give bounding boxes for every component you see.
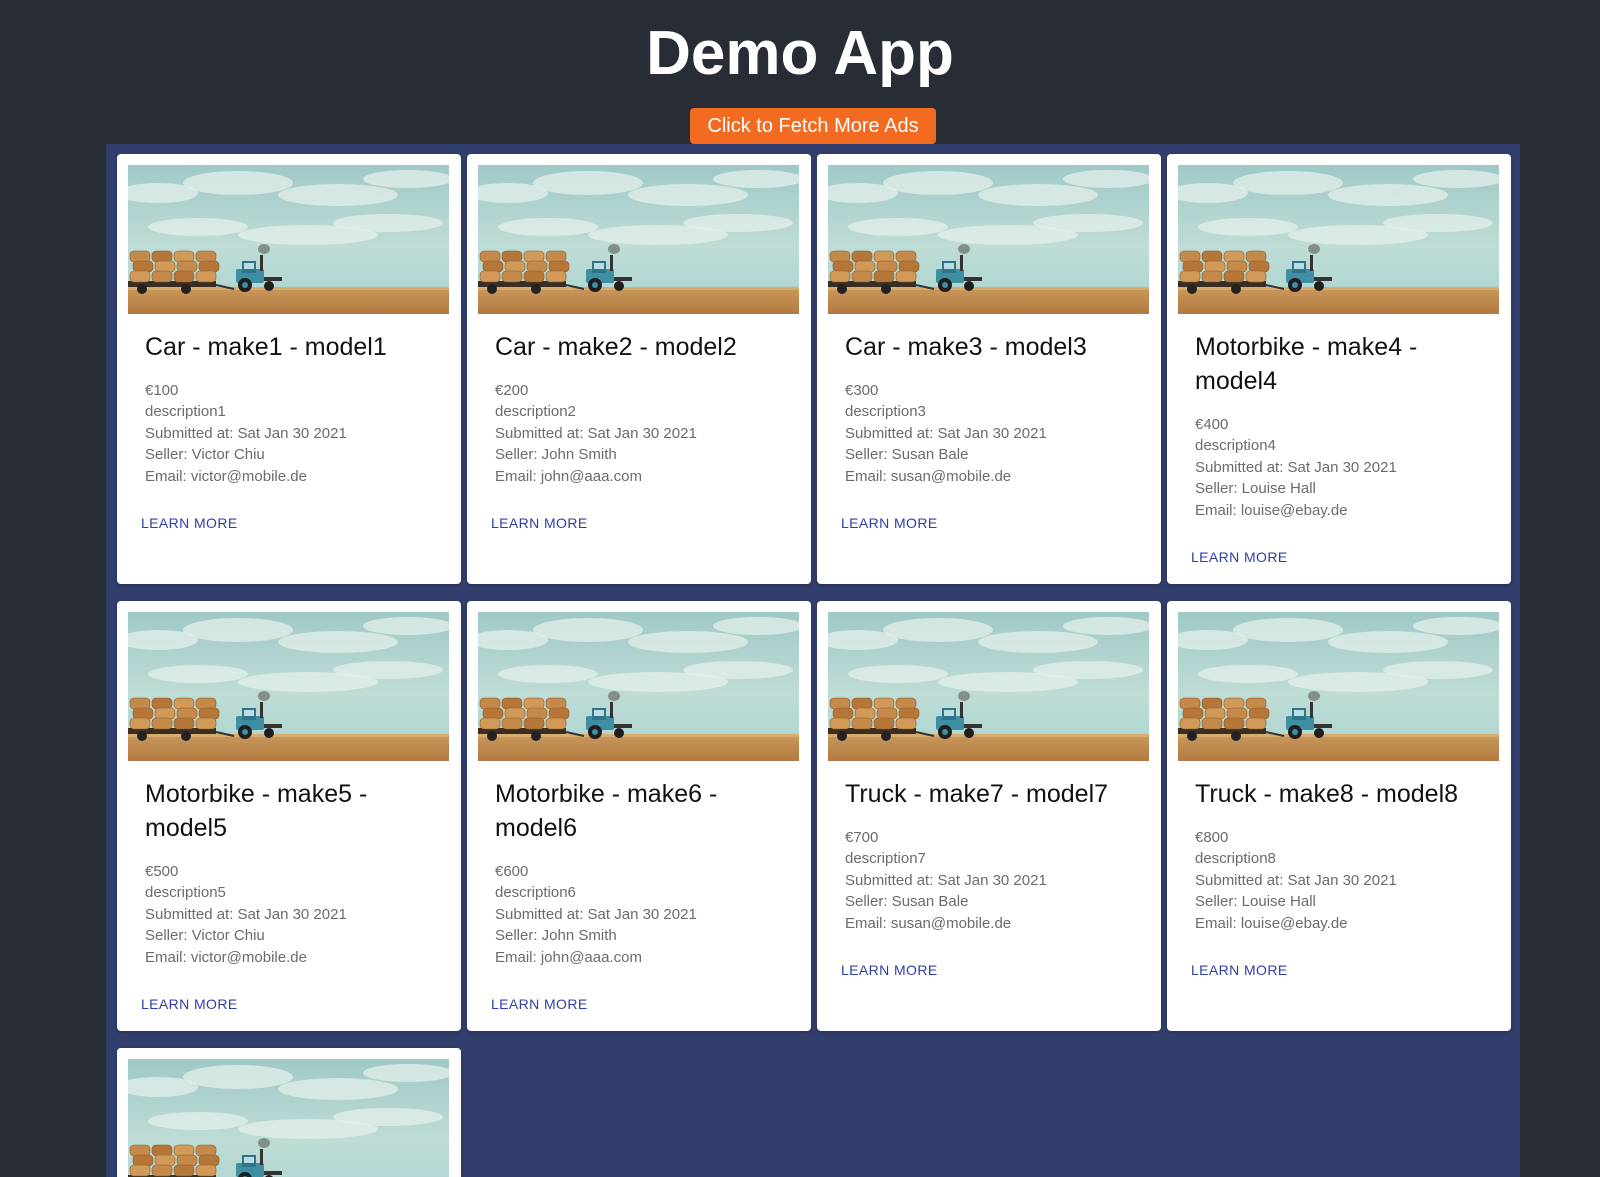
ad-seller: Seller: Victor Chiu	[145, 927, 265, 945]
ad-description: description5	[145, 884, 226, 902]
ad-title: Motorbike - make6 - model6	[495, 780, 718, 842]
ad-seller: Seller: Susan Bale	[845, 446, 969, 464]
learn-more-button[interactable]: Learn More	[491, 515, 588, 531]
learn-more-button[interactable]: Learn More	[141, 515, 238, 531]
ads-grid: Car - make1 - model1 €100 description1 S…	[106, 144, 1520, 1177]
ad-price: €300	[845, 382, 879, 399]
ad-seller: Seller: John Smith	[495, 927, 617, 945]
ad-details: €400 description4 Submitted at: Sat Jan …	[1195, 414, 1495, 521]
ad-email: Email: susan@mobile.de	[845, 914, 1012, 932]
app-header: Demo App Click to Fetch More Ads	[0, 0, 1600, 144]
ad-details: €800 description8 Submitted at: Sat Jan …	[1195, 827, 1495, 934]
ad-card: Car - make1 - model1 €100 description1 S…	[117, 154, 461, 584]
ad-email: Email: louise@ebay.de	[1195, 914, 1348, 932]
ad-description: description3	[845, 403, 926, 421]
ad-seller: Seller: Louise Hall	[1195, 893, 1316, 911]
app-title: Demo App	[646, 19, 954, 88]
ad-image	[1178, 165, 1499, 314]
ad-submitted-date: Submitted at: Sat Jan 30 2021	[495, 424, 697, 442]
ad-submitted-date: Submitted at: Sat Jan 30 2021	[145, 424, 347, 442]
ad-email: Email: john@aaa.com	[495, 467, 642, 485]
ad-image	[478, 165, 799, 314]
ad-card: Car - make2 - model2 €200 description2 S…	[467, 154, 811, 584]
ad-email: Email: susan@mobile.de	[845, 467, 1012, 485]
learn-more-button[interactable]: Learn More	[1191, 962, 1288, 978]
ad-image	[128, 612, 449, 761]
ad-description: description7	[845, 850, 926, 868]
ad-image	[478, 612, 799, 761]
ad-submitted-date: Submitted at: Sat Jan 30 2021	[495, 905, 697, 923]
ad-image	[128, 1059, 449, 1177]
ad-details: €300 description3 Submitted at: Sat Jan …	[845, 380, 1145, 487]
ad-image	[828, 165, 1149, 314]
ad-card: Motorbike - make5 - model5 €500 descript…	[117, 601, 461, 1031]
ad-card: Car - make3 - model3 €300 description3 S…	[817, 154, 1161, 584]
learn-more-button[interactable]: Learn More	[491, 996, 588, 1012]
ad-details: €500 description5 Submitted at: Sat Jan …	[145, 861, 445, 968]
ad-details: €700 description7 Submitted at: Sat Jan …	[845, 827, 1145, 934]
ad-seller: Seller: John Smith	[495, 446, 617, 464]
learn-more-button[interactable]: Learn More	[141, 996, 238, 1012]
ad-image	[828, 612, 1149, 761]
ad-title: Car - make1 - model1	[145, 333, 387, 361]
ad-submitted-date: Submitted at: Sat Jan 30 2021	[1195, 871, 1397, 889]
ad-submitted-date: Submitted at: Sat Jan 30 2021	[145, 905, 347, 923]
ad-price: €600	[495, 863, 529, 880]
ad-card: Truck - make7 - model7 €700 description7…	[817, 601, 1161, 1031]
ad-image	[128, 165, 449, 314]
ad-price: €100	[145, 382, 179, 399]
ad-title: Motorbike - make4 - model4	[1195, 333, 1418, 395]
ad-card: Motorbike - make6 - model6 €600 descript…	[467, 601, 811, 1031]
ad-title: Car - make2 - model2	[495, 333, 737, 361]
ad-details: €100 description1 Submitted at: Sat Jan …	[145, 380, 445, 487]
ad-card: Truck - make8 - model8 €800 description8…	[1167, 601, 1511, 1031]
ad-email: Email: victor@mobile.de	[145, 467, 307, 485]
ad-title: Truck - make8 - model8	[1195, 780, 1459, 808]
ad-details: €200 description2 Submitted at: Sat Jan …	[495, 380, 795, 487]
ad-description: description4	[1195, 437, 1276, 455]
ad-title: Truck - make7 - model7	[845, 780, 1109, 808]
ad-submitted-date: Submitted at: Sat Jan 30 2021	[1195, 458, 1397, 476]
ad-email: Email: victor@mobile.de	[145, 948, 307, 966]
ad-description: description6	[495, 884, 576, 902]
ad-price: €200	[495, 382, 529, 399]
ad-card: Motorbike - make4 - model4 €400 descript…	[1167, 154, 1511, 584]
learn-more-button[interactable]: Learn More	[841, 515, 938, 531]
ad-image	[1178, 612, 1499, 761]
ad-description: description8	[1195, 850, 1276, 868]
fetch-more-ads-button[interactable]: Click to Fetch More Ads	[690, 108, 936, 144]
ad-seller: Seller: Susan Bale	[845, 893, 969, 911]
ad-description: description2	[495, 403, 576, 421]
ad-email: Email: louise@ebay.de	[1195, 501, 1348, 519]
ad-price: €500	[145, 863, 179, 880]
ad-title: Car - make3 - model3	[845, 333, 1087, 361]
ad-price: €700	[845, 829, 879, 846]
learn-more-button[interactable]: Learn More	[1191, 549, 1288, 565]
ad-price: €400	[1195, 416, 1229, 433]
ad-submitted-date: Submitted at: Sat Jan 30 2021	[845, 871, 1047, 889]
ad-price: €800	[1195, 829, 1229, 846]
ad-title: Motorbike - make5 - model5	[145, 780, 368, 842]
ad-seller: Seller: Louise Hall	[1195, 480, 1316, 498]
ad-details: €600 description6 Submitted at: Sat Jan …	[495, 861, 795, 968]
ad-seller: Seller: Victor Chiu	[145, 446, 265, 464]
learn-more-button[interactable]: Learn More	[841, 962, 938, 978]
ad-email: Email: john@aaa.com	[495, 948, 642, 966]
ad-card	[117, 1048, 461, 1177]
ad-submitted-date: Submitted at: Sat Jan 30 2021	[845, 424, 1047, 442]
ad-description: description1	[145, 403, 226, 421]
